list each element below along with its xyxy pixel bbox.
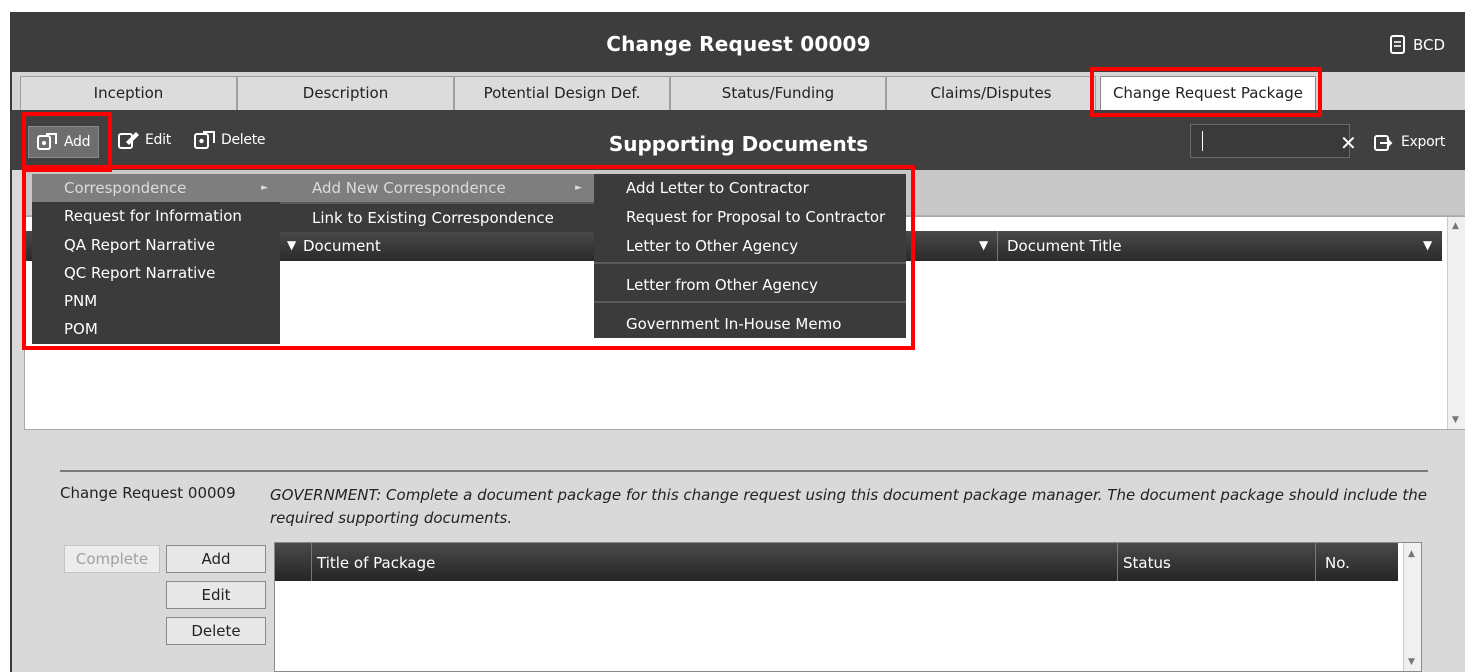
package-grid-header: Title of Package Status No. [275, 543, 1398, 581]
scroll-down-icon[interactable]: ▼ [1452, 415, 1459, 425]
column-header-title-of-package[interactable]: Title of Package [317, 554, 435, 572]
scroll-up-icon[interactable]: ▲ [1452, 221, 1459, 231]
column-header-status[interactable]: Status [1123, 554, 1171, 572]
search-input[interactable] [1190, 124, 1350, 158]
column-header-document-title[interactable]: Document Title [1007, 237, 1122, 255]
callout-tab-highlight [1090, 67, 1322, 117]
package-grid: Title of Package Status No. ▲ ▼ [274, 542, 1422, 672]
tab-claims-disputes[interactable]: Claims/Disputes [886, 76, 1096, 110]
package-scrollbar[interactable]: ▲ ▼ [1403, 543, 1421, 671]
documents-scrollbar[interactable]: ▲ ▼ [1447, 217, 1465, 429]
title-bar: Change Request 00009 BCD [12, 12, 1465, 72]
export-label: Export [1401, 134, 1446, 150]
column-separator [997, 231, 998, 261]
package-instructions: GOVERNMENT: Complete a document package … [270, 486, 1427, 527]
export-icon [1374, 135, 1393, 151]
package-change-request-label: Change Request 00009 [60, 484, 236, 502]
tab-description[interactable]: Description [237, 76, 454, 110]
filter-icon[interactable]: ▼ [979, 238, 988, 252]
export-button[interactable]: Export [1374, 132, 1445, 152]
column-separator [311, 543, 312, 581]
tab-status-funding[interactable]: Status/Funding [670, 76, 886, 110]
section-divider [60, 470, 1428, 472]
package-edit-button[interactable]: Edit [166, 581, 266, 609]
column-separator [1315, 543, 1316, 581]
window-title: Change Request 00009 [606, 32, 871, 56]
filter-icon[interactable]: ▼ [1423, 238, 1432, 252]
package-add-button[interactable]: Add [166, 545, 266, 573]
tab-potential-design-def[interactable]: Potential Design Def. [454, 76, 670, 110]
column-header-no[interactable]: No. [1325, 554, 1350, 572]
supporting-documents-toolbar: Add Edit Delete Supporting Documents ✕ E… [12, 110, 1465, 170]
callout-menu-highlight [22, 165, 915, 350]
document-icon [1389, 35, 1405, 54]
text-cursor [1202, 131, 1203, 151]
column-separator [1117, 543, 1118, 581]
scroll-up-icon[interactable]: ▲ [1408, 549, 1415, 559]
tab-inception[interactable]: Inception [20, 76, 237, 110]
bcd-label: BCD [1412, 36, 1445, 54]
bcd-button[interactable]: BCD [1389, 35, 1445, 55]
complete-button[interactable]: Complete [64, 545, 160, 573]
change-request-window: Change Request 00009 BCD Inception Descr… [10, 12, 1465, 672]
callout-add-highlight [22, 112, 112, 172]
package-delete-button[interactable]: Delete [166, 617, 266, 645]
close-icon[interactable]: ✕ [1340, 131, 1357, 155]
scroll-down-icon[interactable]: ▼ [1408, 657, 1415, 667]
